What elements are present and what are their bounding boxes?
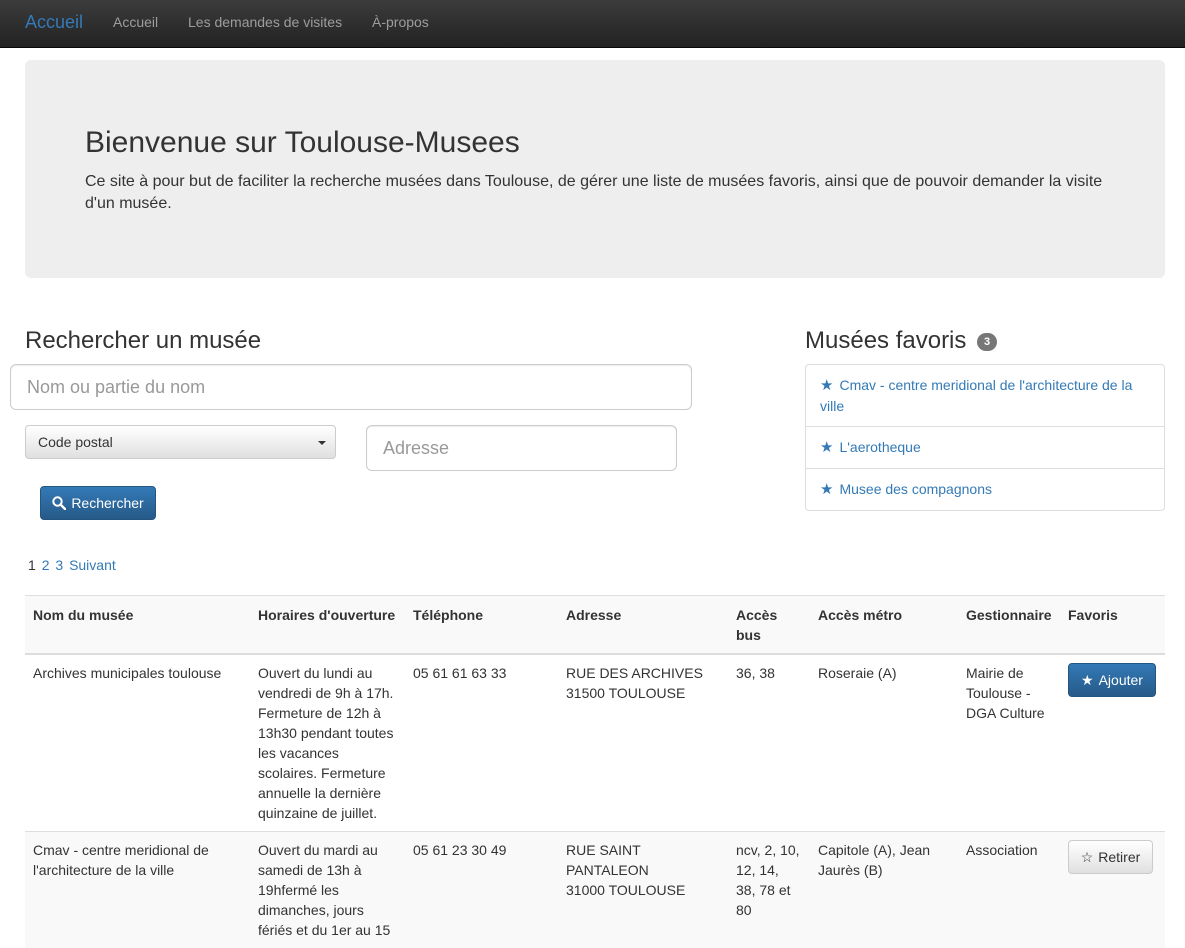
museum-bus: 36, 38 [728,654,810,832]
table-header-row: Nom du musée Horaires d'ouverture Téléph… [25,596,1165,655]
favorites-title-text: Musées favoris [805,327,966,354]
column-header: Favoris [1060,596,1165,655]
museum-metro: Capitole (A), Jean Jaurès (B) [810,832,958,948]
pagination: 1 2 3 Suivant [28,557,118,573]
museum-manager: Association [958,832,1060,948]
museum-hours: Ouvert du lundi au vendredi de 9h à 17h.… [250,654,405,832]
address-line-2: 31500 TOULOUSE [566,683,720,703]
favorite-item-label: Cmav - centre meridional de l'architectu… [820,377,1132,414]
museum-phone: 05 61 61 63 33 [405,654,558,832]
museum-favorite-cell: ☆ Retirer [1060,832,1165,948]
museum-name: Cmav - centre meridional de l'architectu… [25,832,250,948]
star-icon: ★ [1081,672,1094,689]
postal-code-select-value: Code postal [38,434,113,450]
museum-bus: ncv, 2, 10, 12, 14, 38, 78 et 80 [728,832,810,948]
favorite-item-label: L'aerotheque [839,439,920,455]
chevron-down-icon [318,441,326,445]
star-outline-icon: ☆ [1081,849,1094,866]
column-header: Gestionnaire [958,596,1060,655]
address-line-2: 31000 TOULOUSE [566,880,720,900]
column-header: Horaires d'ouverture [250,596,405,655]
remove-favorite-button[interactable]: ☆ Retirer [1068,840,1153,874]
address-line-1: RUE SAINT PANTALEON [566,840,720,880]
museum-phone: 05 61 23 30 49 [405,832,558,948]
column-header: Nom du musée [25,596,250,655]
favorites-title: Musées favoris 3 [805,327,997,355]
museum-name: Archives municipales toulouse [25,654,250,832]
column-header: Accès métro [810,596,958,655]
navbar-brand[interactable]: Accueil [25,12,83,33]
column-header: Adresse [558,596,728,655]
museum-name-input[interactable] [10,364,692,410]
museum-metro: Roseraie (A) [810,654,958,832]
favorite-item[interactable]: ★Cmav - centre meridional de l'architect… [806,365,1164,427]
star-icon: ★ [820,439,833,456]
search-title: Rechercher un musée [25,327,261,355]
favorites-count-badge: 3 [977,333,997,351]
postal-code-select[interactable]: Code postal [25,425,336,459]
page-next-link[interactable]: Suivant [69,557,116,573]
favorite-item[interactable]: ★ Musee des compagnons [806,469,1164,510]
favorites-list: ★Cmav - centre meridional de l'architect… [805,364,1165,511]
table-row: Cmav - centre meridional de l'architectu… [25,832,1165,948]
museum-manager: Mairie de Toulouse - DGA Culture [958,654,1060,832]
search-button-label: Rechercher [71,495,143,511]
page-title: Bienvenue sur Toulouse-Musees [85,126,520,160]
museum-favorite-cell: ★ Ajouter [1060,654,1165,832]
column-header: Téléphone [405,596,558,655]
nav-link-demandes-visites[interactable]: Les demandes de visites [188,14,342,30]
page-current: 1 [28,557,36,573]
page-link-2[interactable]: 2 [42,557,50,573]
nav-link-accueil[interactable]: Accueil [113,14,158,30]
search-button[interactable]: Rechercher [40,486,156,520]
welcome-text: Ce site à pour but de faciliter la reche… [85,171,1125,215]
search-icon [52,496,66,510]
page-link-3[interactable]: 3 [55,557,63,573]
museums-table: Nom du musée Horaires d'ouverture Téléph… [25,595,1165,948]
remove-favorite-label: Retirer [1098,849,1140,865]
add-favorite-button[interactable]: ★ Ajouter [1068,663,1156,697]
museum-address: RUE SAINT PANTALEON 31000 TOULOUSE [558,832,728,948]
favorite-item[interactable]: ★ L'aerotheque [806,427,1164,469]
star-icon: ★ [820,481,833,498]
welcome-jumbotron: Bienvenue sur Toulouse-Musees Ce site à … [25,60,1165,278]
star-icon: ★ [820,377,833,394]
museum-hours: Ouvert du mardi au samedi de 13h à 19hfe… [250,832,405,948]
table-row: Archives municipales toulouse Ouvert du … [25,654,1165,832]
column-header: Accès bus [728,596,810,655]
navbar: Accueil Accueil Les demandes de visites … [0,0,1185,48]
address-line-1: RUE DES ARCHIVES [566,663,720,683]
favorite-item-label: Musee des compagnons [839,481,992,497]
add-favorite-label: Ajouter [1099,672,1143,688]
museum-address: RUE DES ARCHIVES 31500 TOULOUSE [558,654,728,832]
nav-link-a-propos[interactable]: À-propos [372,14,429,30]
address-input[interactable] [366,425,677,471]
